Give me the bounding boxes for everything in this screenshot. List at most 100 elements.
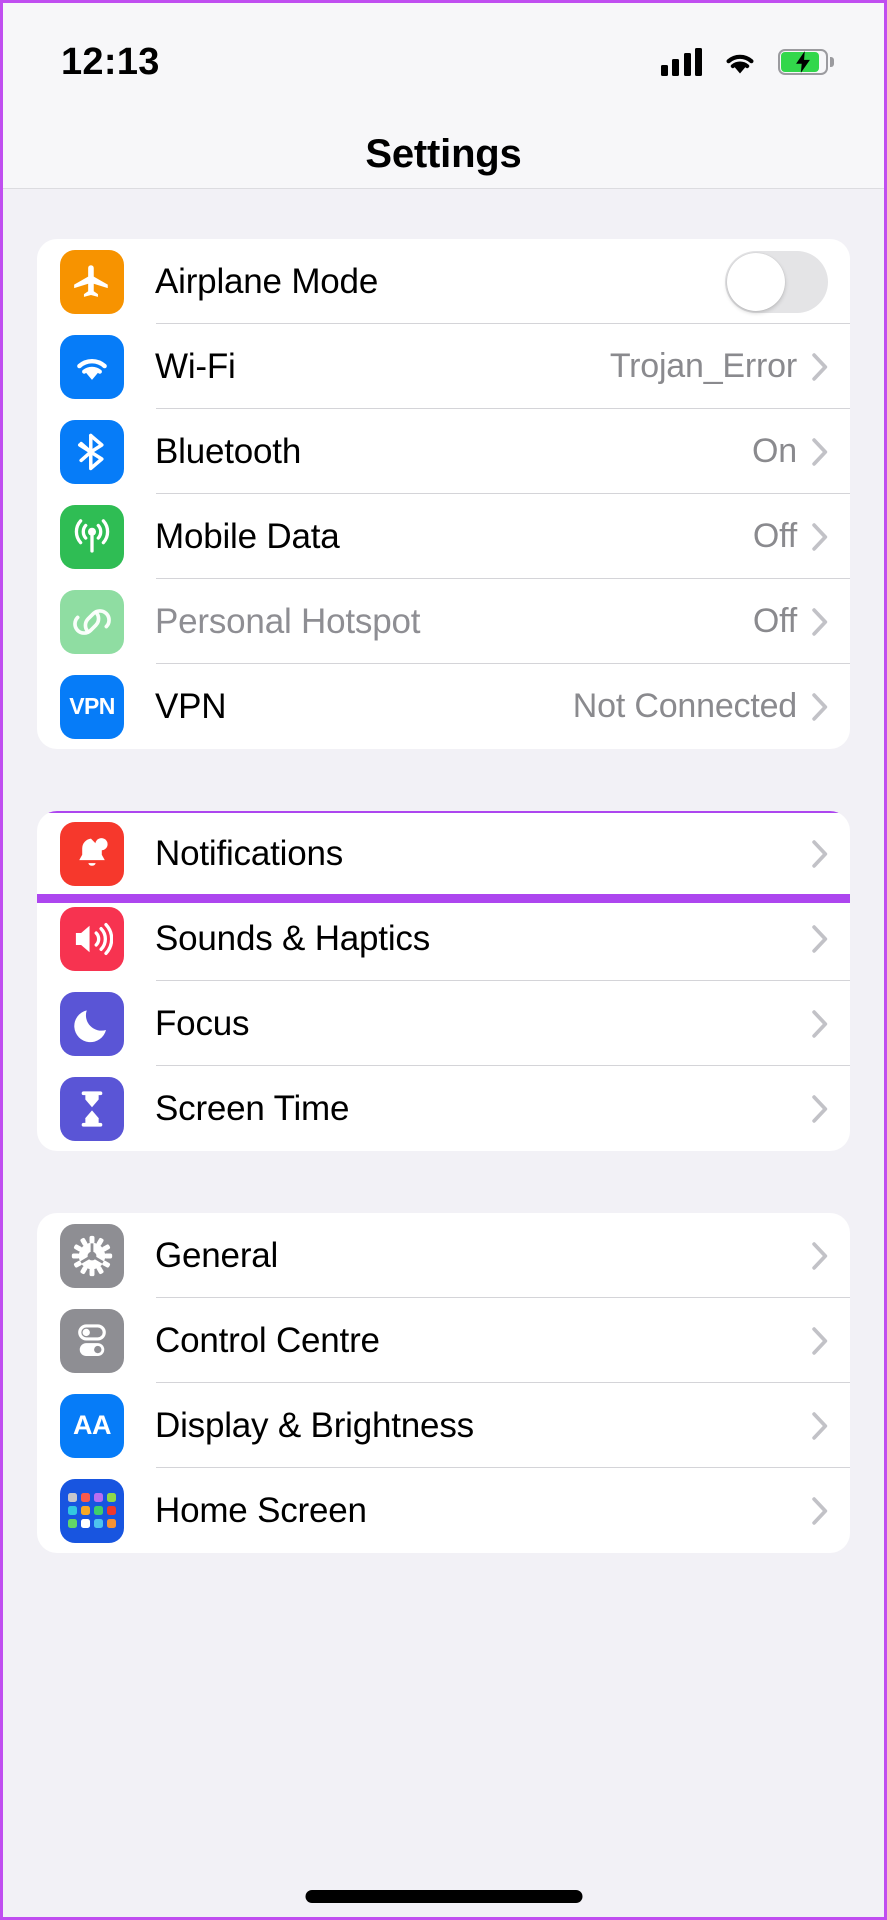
wifi-icon-badge <box>60 334 124 399</box>
battery-charging-icon <box>778 49 834 75</box>
navigation-bar: Settings <box>3 121 884 189</box>
moon-icon-badge <box>60 991 124 1056</box>
control-toggles-icon-badge <box>60 1308 124 1373</box>
group-gap <box>37 749 850 811</box>
hourglass-icon-badge <box>60 1076 124 1141</box>
chevron-right-icon <box>812 607 828 636</box>
settings-row-wi-fi[interactable]: Wi-Fi Trojan_Error <box>37 324 850 409</box>
hourglass-icon <box>81 1090 103 1127</box>
row-label: Home Screen <box>155 1490 367 1530</box>
chevron-right-icon <box>812 1094 828 1123</box>
settings-group-alerts: Notifications Sounds & Haptics Focus Scr… <box>37 811 850 1151</box>
settings-row-home-screen[interactable]: Home Screen <box>37 1468 850 1553</box>
settings-row-mobile-data[interactable]: Mobile Data Off <box>37 494 850 579</box>
home-indicator-bar <box>305 1890 582 1903</box>
settings-row-display-brightness[interactable]: AA Display & Brightness <box>37 1383 850 1468</box>
chevron-right-icon <box>812 1326 828 1355</box>
row-accessory <box>812 1009 850 1038</box>
settings-group-system: General Control Centre AA Display & Brig… <box>37 1213 850 1553</box>
row-label: Personal Hotspot <box>155 601 421 641</box>
row-label: Notifications <box>155 833 344 873</box>
status-bar-time: 12:13 <box>61 40 160 83</box>
settings-groups: Airplane Mode Wi-Fi Trojan_Error Bluetoo… <box>37 239 850 1553</box>
gear-icon-badge <box>60 1223 124 1288</box>
row-value: Not Connected <box>572 687 797 725</box>
settings-row-control-centre[interactable]: Control Centre <box>37 1298 850 1383</box>
settings-row-airplane-mode[interactable]: Airplane Mode <box>37 239 850 324</box>
row-label: Control Centre <box>155 1320 380 1360</box>
settings-row-personal-hotspot[interactable]: Personal Hotspot Off <box>37 579 850 664</box>
bluetooth-icon <box>78 433 104 470</box>
chevron-right-icon <box>812 522 828 551</box>
iphone-settings-screen: 12:13 Settings Airplane Mode Wi-Fi Troja… <box>0 0 887 1920</box>
row-label: Mobile Data <box>155 516 340 556</box>
settings-list: Airplane Mode Wi-Fi Trojan_Error Bluetoo… <box>3 189 884 1553</box>
control-toggles-icon <box>78 1323 106 1356</box>
row-label: VPN <box>155 686 227 726</box>
wifi-icon <box>726 54 754 73</box>
cellular-tower-icon <box>74 518 110 553</box>
display-aa-icon: AA <box>73 1410 112 1440</box>
speaker-waves-icon-badge <box>60 906 124 971</box>
display-aa-icon-badge: AA <box>60 1393 124 1458</box>
notification-bell-icon <box>79 837 108 866</box>
settings-row-vpn[interactable]: VPN VPN Not Connected <box>37 664 850 749</box>
cellular-tower-icon-badge <box>60 504 124 569</box>
status-bar: 12:13 <box>3 3 884 121</box>
chevron-right-icon <box>812 1009 828 1038</box>
vpn-icon: VPN <box>69 693 115 719</box>
settings-row-bluetooth[interactable]: Bluetooth On <box>37 409 850 494</box>
chevron-right-icon <box>812 692 828 721</box>
hotspot-link-icon <box>73 608 111 635</box>
settings-row-general[interactable]: General <box>37 1213 850 1298</box>
gear-icon <box>71 1235 113 1276</box>
row-accessory: On <box>752 432 850 471</box>
settings-row-screen-time[interactable]: Screen Time <box>37 1066 850 1151</box>
row-value: Trojan_Error <box>609 347 797 385</box>
hotspot-link-icon-badge <box>60 589 124 654</box>
row-accessory <box>812 1411 850 1440</box>
row-value: Off <box>752 517 797 555</box>
notification-bell-icon-badge <box>60 821 124 886</box>
chevron-right-icon <box>812 1496 828 1525</box>
settings-row-focus[interactable]: Focus <box>37 981 850 1066</box>
row-accessory <box>812 1241 850 1270</box>
row-accessory <box>812 1094 850 1123</box>
wifi-icon <box>77 358 107 380</box>
row-label: Airplane Mode <box>155 261 379 301</box>
settings-group-connectivity: Airplane Mode Wi-Fi Trojan_Error Bluetoo… <box>37 239 850 749</box>
airplane-mode-toggle[interactable] <box>725 250 828 313</box>
page-title: Settings <box>365 132 522 176</box>
row-label: Sounds & Haptics <box>155 918 431 958</box>
settings-row-notifications[interactable]: Notifications <box>37 811 850 896</box>
row-value: Off <box>752 602 797 640</box>
row-accessory: Off <box>753 602 850 641</box>
speaker-waves-icon <box>75 922 113 955</box>
chevron-right-icon <box>812 1241 828 1270</box>
bluetooth-icon-badge <box>60 419 124 484</box>
row-accessory <box>812 924 850 953</box>
chevron-right-icon <box>812 924 828 953</box>
airplane-icon-badge <box>60 249 124 314</box>
airplane-icon <box>74 264 108 297</box>
home-screen-grid-icon <box>60 1478 124 1543</box>
row-label: Focus <box>155 1003 250 1043</box>
row-label: Display & Brightness <box>155 1405 474 1445</box>
group-gap <box>37 1151 850 1213</box>
row-accessory <box>812 839 850 868</box>
row-label: General <box>155 1235 279 1275</box>
highlight-box: Notifications <box>37 811 850 903</box>
status-bar-indicators <box>660 48 834 76</box>
row-value: On <box>752 432 797 470</box>
row-accessory: Off <box>753 517 850 556</box>
settings-row-sounds-haptics[interactable]: Sounds & Haptics <box>37 896 850 981</box>
row-label: Wi-Fi <box>155 346 236 386</box>
row-label: Screen Time <box>155 1088 350 1128</box>
cellular-signal-icon <box>660 48 702 76</box>
chevron-right-icon <box>812 437 828 466</box>
row-accessory: Trojan_Error <box>610 347 850 386</box>
chevron-right-icon <box>812 839 828 868</box>
lightning-bolt-icon <box>796 51 810 73</box>
vpn-icon-badge: VPN <box>60 674 124 739</box>
row-label: Bluetooth <box>155 431 302 471</box>
